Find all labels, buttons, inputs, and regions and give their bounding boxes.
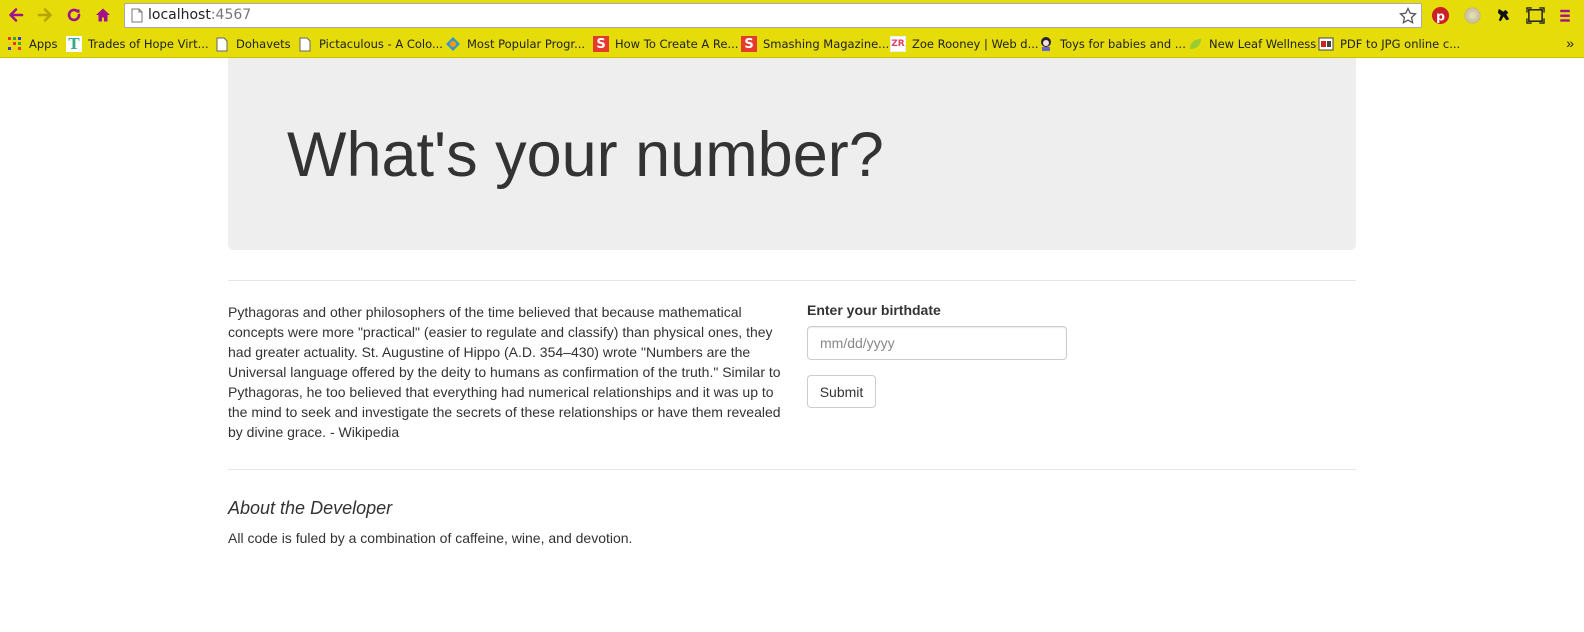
toy-icon [1038,36,1054,52]
url-text: localhost:4567 [148,7,252,23]
bookmark-pictaculous[interactable]: Pictaculous - A Colo... [297,34,443,54]
pdf-icon [1318,36,1334,52]
forward-icon[interactable] [35,5,55,25]
submit-button[interactable]: Submit [807,375,876,408]
jumbotron: What's your number? [228,58,1356,250]
extension-gray-icon[interactable] [1462,5,1482,25]
bookmark-most-popular[interactable]: Most Popular Progr... [445,34,585,54]
birthdate-label: Enter your birthdate [807,302,941,318]
browser-toolbar: localhost:4567 p [0,0,1584,31]
page-icon [214,36,230,52]
screen-capture-icon[interactable] [1525,5,1545,25]
browser-chrome: localhost:4567 p Apps T Trades of Hope V… [0,0,1584,58]
bookmark-label: Pictaculous - A Colo... [319,37,443,51]
menu-icon[interactable] [1558,5,1572,25]
bookmarks-bar: Apps T Trades of Hope Virt... Dohavets P… [0,32,1584,56]
bookmark-label: PDF to JPG online c... [1340,37,1461,51]
page-icon [131,8,143,23]
home-icon[interactable] [93,5,113,25]
bookmark-label: Zoe Rooney | Web d... [912,37,1039,51]
bookmark-label: New Leaf Wellness [1209,37,1317,51]
bookmark-toys-for-babies[interactable]: Toys for babies and ... [1038,34,1186,54]
about-text: All code is fuled by a combination of ca… [228,530,633,546]
page-title: What's your number? [287,120,884,190]
svg-text:p: p [1436,9,1445,23]
apps-grid-icon [7,36,23,52]
pythagoras-quote: Pythagoras and other philosophers of the… [228,304,781,440]
bookmark-new-leaf[interactable]: New Leaf Wellness [1187,34,1316,54]
back-icon[interactable] [6,5,26,25]
birthdate-input[interactable] [807,326,1067,360]
t-letter-icon: T [66,35,82,53]
bookmark-label: Trades of Hope Virt... [88,37,209,51]
bookmark-zoe-rooney[interactable]: ZR Zoe Rooney | Web d... [890,34,1039,54]
pinterest-icon[interactable]: p [1430,5,1450,25]
reload-icon[interactable] [64,5,84,25]
colorful-icon [445,36,461,52]
bookmark-star-icon[interactable] [1398,6,1418,26]
bookmarks-overflow-icon[interactable]: » [1566,35,1574,51]
divider [228,469,1356,470]
bookmark-smashing-magazine[interactable]: S Smashing Magazine... [741,34,889,54]
leaf-icon [1187,36,1203,52]
extension-figure-icon[interactable] [1494,5,1514,25]
zr-icon: ZR [890,36,906,52]
bookmark-pdf-to-jpg[interactable]: PDF to JPG online c... [1318,34,1460,54]
smashing-icon: S [593,36,609,52]
bookmark-apps[interactable]: Apps [7,34,57,54]
bookmark-label: Most Popular Progr... [467,37,586,51]
bookmark-label: Dohavets [236,37,291,51]
bookmark-dohavets[interactable]: Dohavets [214,34,291,54]
bookmark-label: Smashing Magazine... [763,37,890,51]
bookmark-trades-of-hope[interactable]: T Trades of Hope Virt... [66,34,209,54]
page-icon [297,36,313,52]
bookmark-label: Apps [29,37,58,51]
bookmark-label: Toys for babies and ... [1060,37,1186,51]
about-heading: About the Developer [228,498,393,518]
bookmark-label: How To Create A Re... [615,37,739,51]
divider [228,280,1356,281]
bookmark-how-to-create[interactable]: S How To Create A Re... [593,34,738,54]
address-bar[interactable]: localhost:4567 [124,3,1422,28]
smashing-icon: S [741,36,757,52]
